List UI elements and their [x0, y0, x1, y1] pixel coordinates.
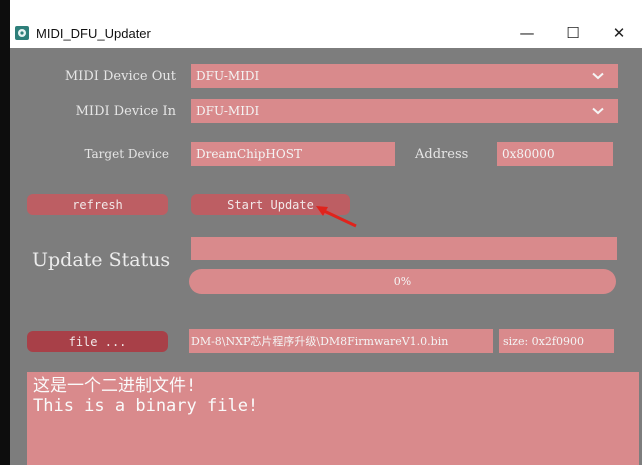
file-path-value: DM-8\NXP芯片程序升级\DM8FirmwareV1.0.bin: [191, 335, 449, 348]
app-client-area: MIDI Device Out DFU-MIDI MIDI Device In …: [10, 48, 642, 465]
screen-left-edge: [0, 0, 10, 465]
minimize-button[interactable]: —: [504, 18, 550, 48]
midi-in-value: DFU-MIDI: [196, 104, 260, 118]
file-path-field: DM-8\NXP芯片程序升级\DM8FirmwareV1.0.bin: [189, 329, 493, 353]
update-progress-bar: 0%: [189, 269, 616, 294]
file-button[interactable]: file ...: [27, 331, 168, 352]
address-label: Address: [415, 147, 469, 162]
midi-in-label: MIDI Device In: [75, 104, 176, 119]
midi-out-value: DFU-MIDI: [196, 69, 260, 83]
screen-top-strip: [10, 0, 642, 18]
address-value: 0x80000: [502, 147, 555, 161]
chevron-down-icon: [592, 107, 604, 115]
progress-percent: 0%: [393, 275, 412, 288]
midi-app-icon: [14, 25, 30, 41]
output-console[interactable]: 这是一个二进制文件! This is a binary file!: [27, 372, 639, 465]
file-size-field: size: 0x2f0900: [499, 329, 614, 353]
window-title: MIDI_DFU_Updater: [36, 25, 151, 41]
refresh-button[interactable]: refresh: [27, 194, 168, 215]
output-line-1: 这是一个二进制文件!: [33, 376, 197, 396]
midi-in-select[interactable]: DFU-MIDI: [191, 99, 618, 123]
target-device-label: Target Device: [84, 147, 169, 161]
address-field[interactable]: 0x80000: [497, 142, 613, 166]
close-button[interactable]: ✕: [596, 18, 642, 48]
annotation-arrow-icon: [316, 206, 357, 228]
file-size-value: size: 0x2f0900: [503, 334, 584, 348]
title-bar: MIDI_DFU_Updater — ☐ ✕: [10, 18, 642, 48]
midi-out-label: MIDI Device Out: [64, 69, 176, 84]
target-device-field[interactable]: DreamChipHOST: [191, 142, 395, 166]
update-status-label: Update Status: [32, 249, 171, 271]
status-text-field: [191, 237, 617, 260]
maximize-button[interactable]: ☐: [550, 18, 596, 48]
midi-out-select[interactable]: DFU-MIDI: [191, 64, 618, 88]
chevron-down-icon: [592, 72, 604, 80]
output-line-2: This is a binary file!: [33, 396, 259, 416]
target-device-value: DreamChipHOST: [196, 147, 302, 161]
